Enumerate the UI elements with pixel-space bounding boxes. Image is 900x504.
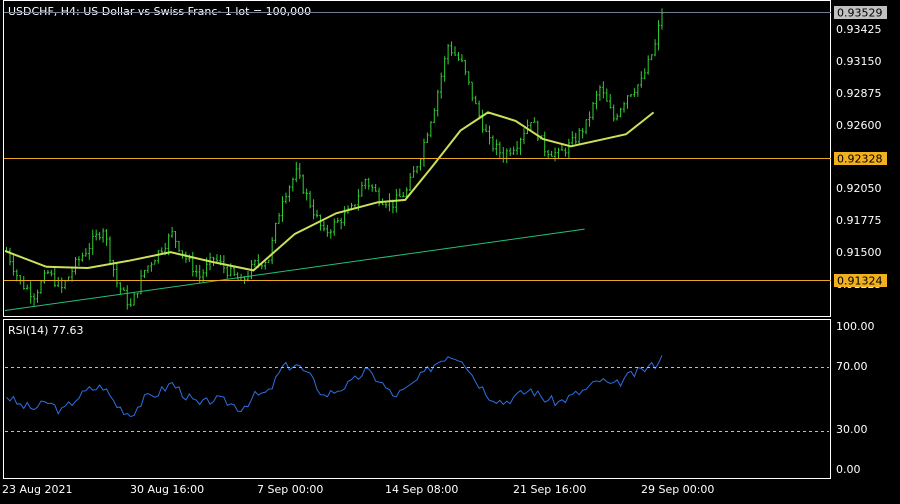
time-tick: 29 Sep 00:00	[641, 483, 714, 496]
price-tick: 0.91500	[836, 246, 882, 259]
rsi-series-layer	[6, 355, 663, 418]
rsi-label: RSI(14) 77.63	[8, 324, 83, 337]
price-tick: 0.93425	[836, 23, 882, 36]
price-tick: 0.92050	[836, 182, 882, 195]
moving-average-line	[4, 111, 655, 272]
trendline[interactable]	[4, 228, 585, 312]
chart-window[interactable]: USDCHF, H4: US Dollar vs Swiss Franc- 1 …	[0, 0, 900, 500]
time-tick: 7 Sep 00:00	[257, 483, 323, 496]
symbol-title: USDCHF, H4: US Dollar vs Swiss Franc- 1 …	[8, 5, 311, 18]
time-tick: 14 Sep 08:00	[385, 483, 458, 496]
rsi-tick: 70.00	[836, 360, 868, 373]
time-tick: 23 Aug 2021	[2, 483, 72, 496]
rsi-line	[6, 355, 663, 418]
rsi-tick: 0.00	[836, 463, 861, 476]
current-price-tag-label: 0.93529	[837, 7, 883, 20]
rsi-panel-frame	[3, 319, 831, 479]
time-tick: 21 Sep 16:00	[513, 483, 586, 496]
time-axis: 23 Aug 2021 30 Aug 16:00 7 Sep 00:00 14 …	[2, 483, 714, 496]
price-series-layer	[4, 8, 664, 312]
price-tick: 0.93150	[836, 55, 882, 68]
price-tick: 0.91775	[836, 214, 882, 227]
price-levels: 0.93529 0.92328 0.91324	[4, 6, 887, 288]
rsi-axis: 100.00 70.00 30.00 0.00	[5, 320, 875, 476]
price-tick: 0.92875	[836, 87, 882, 100]
rsi-tick: 100.00	[836, 320, 875, 333]
rsi-tick: 30.00	[836, 423, 868, 436]
price-chart[interactable]: USDCHF, H4: US Dollar vs Swiss Franc- 1 …	[0, 0, 900, 500]
price-tick: 0.92600	[836, 119, 882, 132]
time-tick: 30 Aug 16:00	[130, 483, 204, 496]
level-price-tag-label: 0.92328	[837, 153, 883, 166]
level-price-tag-label: 0.91324	[837, 275, 883, 288]
